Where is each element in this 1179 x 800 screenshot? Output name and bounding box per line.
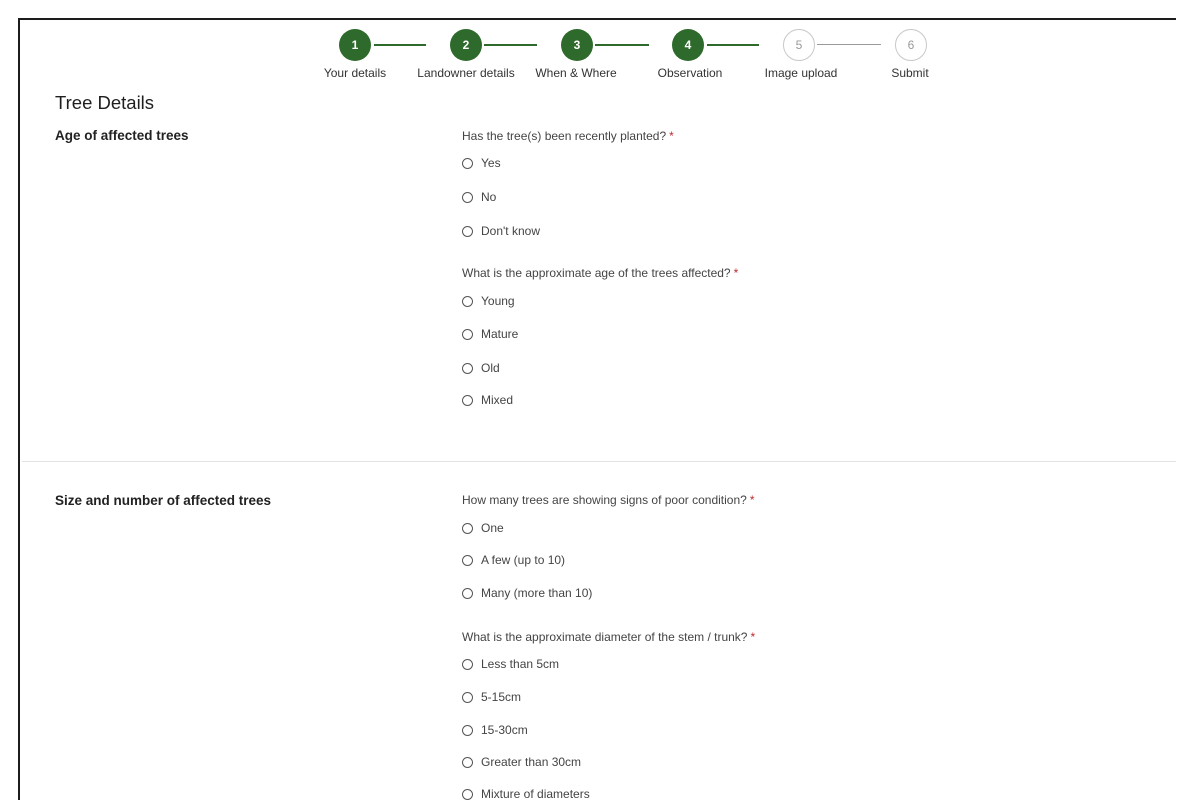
option-label: A few (up to 10) [481, 553, 566, 567]
option-label: Mixed [481, 393, 514, 407]
option-label: Less than 5cm [481, 657, 560, 671]
option-label: Greater than 30cm [481, 755, 582, 769]
step-4-label: Observation [657, 66, 723, 80]
step-5-circle: 5 [783, 29, 815, 61]
question-label: How many trees are showing signs of poor… [462, 493, 747, 507]
radio-button[interactable] [462, 225, 473, 237]
radio-option-young[interactable]: Young [462, 294, 515, 308]
question-how-many-trees: How many trees are showing signs of poor… [462, 493, 755, 507]
radio-button[interactable] [462, 587, 473, 599]
radio-option-many[interactable]: Many (more than 10) [462, 586, 592, 600]
option-label: 15-30cm [481, 723, 528, 737]
option-label: Don't know [481, 224, 540, 238]
option-label: Young [481, 294, 515, 308]
question-approximate-age: What is the approximate age of the trees… [462, 266, 738, 280]
radio-button[interactable] [462, 362, 473, 374]
option-label: 5-15cm [481, 690, 522, 704]
step-4-circle: 4 [672, 29, 704, 61]
question-label: What is the approximate age of the trees… [462, 266, 731, 280]
radio-option-yes[interactable]: Yes [462, 156, 501, 170]
section-divider [22, 461, 1176, 462]
radio-option-mixture-of-diameters[interactable]: Mixture of diameters [462, 787, 590, 800]
option-label: Old [481, 361, 500, 375]
step-connector [595, 44, 649, 46]
radio-option-mature[interactable]: Mature [462, 327, 518, 341]
step-6-label: Submit [891, 66, 929, 80]
step-5-label: Image upload [764, 66, 838, 80]
step-connector [484, 44, 537, 46]
option-label: No [481, 190, 497, 204]
step-connector [374, 44, 426, 46]
radio-option-greater-than-30cm[interactable]: Greater than 30cm [462, 755, 581, 769]
radio-option-dont-know[interactable]: Don't know [462, 224, 540, 238]
radio-option-one[interactable]: One [462, 521, 504, 535]
radio-option-less-than-5cm[interactable]: Less than 5cm [462, 657, 559, 671]
radio-option-old[interactable]: Old [462, 361, 500, 375]
radio-button[interactable] [462, 394, 473, 406]
required-marker: * [749, 493, 755, 507]
radio-button[interactable] [462, 522, 473, 534]
step-3-circle: 3 [561, 29, 593, 61]
required-marker: * [750, 630, 756, 644]
radio-button[interactable] [462, 328, 473, 340]
radio-option-5-15cm[interactable]: 5-15cm [462, 690, 521, 704]
question-recently-planted: Has the tree(s) been recently planted? * [462, 129, 674, 143]
radio-option-no[interactable]: No [462, 190, 496, 204]
radio-button[interactable] [462, 788, 473, 800]
option-label: Many (more than 10) [481, 586, 593, 600]
radio-button[interactable] [462, 691, 473, 703]
required-marker: * [733, 266, 739, 280]
page-title: Tree Details [55, 92, 155, 113]
step-1-label: Your details [323, 66, 387, 80]
radio-button[interactable] [462, 724, 473, 736]
form-page: 1 2 3 4 5 6 Your details Landowner detai… [18, 18, 1176, 800]
question-label: Has the tree(s) been recently planted? [462, 129, 667, 143]
section-title-age: Age of affected trees [55, 128, 189, 143]
radio-option-a-few[interactable]: A few (up to 10) [462, 553, 565, 567]
radio-button[interactable] [462, 554, 473, 566]
option-label: Mixture of diameters [481, 787, 590, 800]
step-1-circle: 1 [339, 29, 371, 61]
step-2-circle: 2 [450, 29, 482, 61]
radio-option-mixed[interactable]: Mixed [462, 393, 513, 407]
step-2-label: Landowner details [417, 66, 515, 80]
radio-button[interactable] [462, 658, 473, 670]
question-stem-diameter: What is the approximate diameter of the … [462, 630, 755, 644]
step-connector [817, 44, 881, 45]
radio-option-15-30cm[interactable]: 15-30cm [462, 723, 528, 737]
step-6-circle: 6 [895, 29, 927, 61]
radio-button[interactable] [462, 295, 473, 307]
option-label: Yes [481, 156, 501, 170]
required-marker: * [669, 129, 674, 143]
step-connector [707, 44, 759, 46]
question-label: What is the approximate diameter of the … [462, 630, 748, 644]
radio-button[interactable] [462, 157, 473, 169]
step-3-label: When & Where [535, 66, 617, 80]
progress-stepper: 1 2 3 4 5 6 Your details Landowner detai… [20, 20, 1176, 100]
section-title-size-number: Size and number of affected trees [55, 493, 272, 508]
option-label: One [481, 521, 504, 535]
option-label: Mature [481, 327, 519, 341]
radio-button[interactable] [462, 191, 473, 203]
radio-button[interactable] [462, 756, 473, 768]
